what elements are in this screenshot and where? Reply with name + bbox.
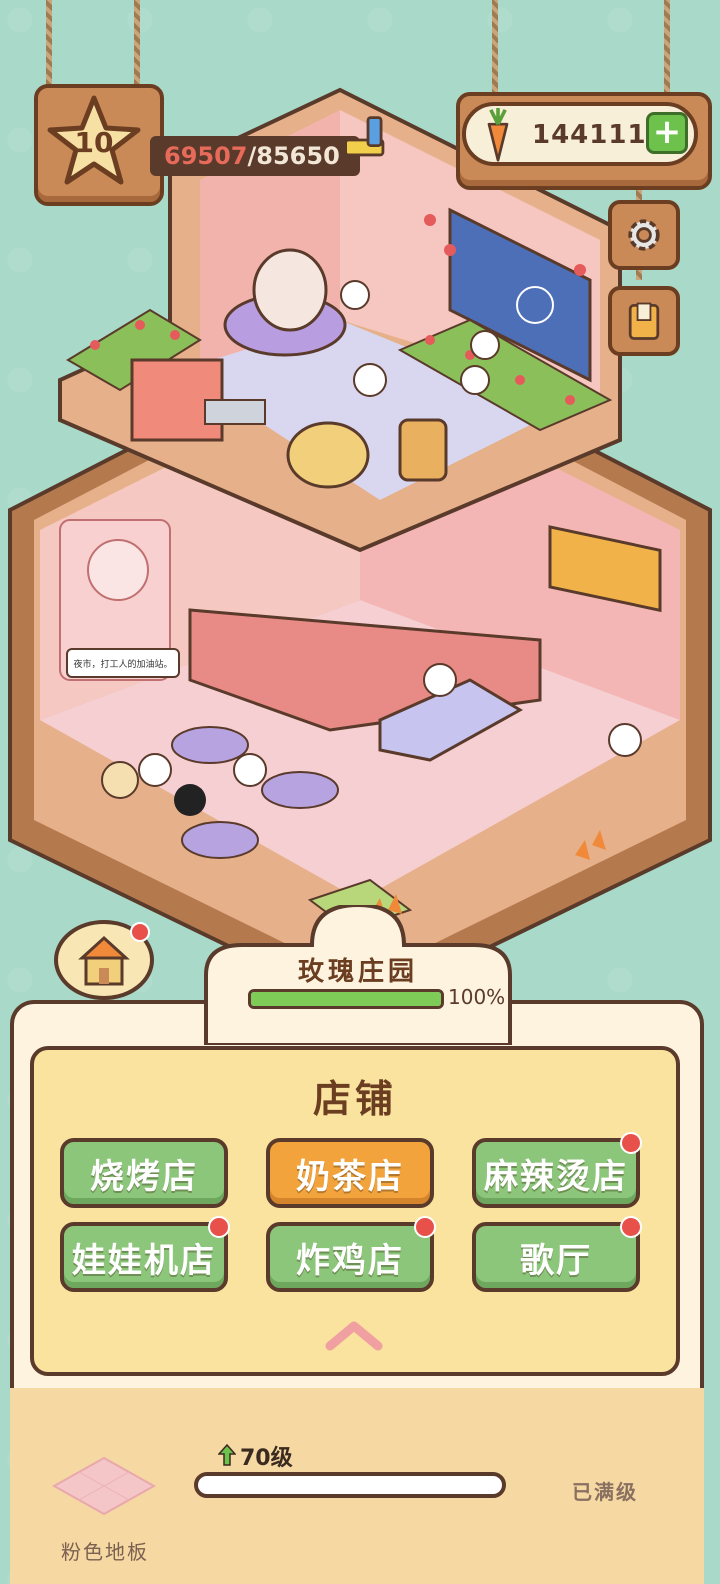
carrot-icon xyxy=(487,108,509,162)
house-icon[interactable] xyxy=(54,918,154,1000)
shop-friedchicken-button[interactable]: 炸鸡店 xyxy=(266,1216,436,1292)
area-progress-text: 100% xyxy=(448,985,506,1009)
notification-badge xyxy=(208,1216,230,1238)
carrot-display: 1441115 + xyxy=(462,102,698,166)
pink-floor-thumbnail[interactable] xyxy=(52,1456,156,1520)
shop-malatang-label: 麻辣烫店 xyxy=(484,1156,628,1197)
rabbit-3 xyxy=(460,365,490,395)
cow-character xyxy=(252,248,328,332)
barrel xyxy=(398,418,448,482)
level-text: 70级 xyxy=(240,1446,293,1471)
pipe xyxy=(204,399,266,425)
table-3 xyxy=(181,821,259,859)
staff-rabbit xyxy=(423,663,457,697)
shop-title: 店铺 xyxy=(312,1077,397,1121)
table-2 xyxy=(261,771,339,809)
shop-milktea-button[interactable]: 奶茶店 xyxy=(266,1138,434,1208)
level-number: 10 xyxy=(74,125,114,159)
shop-friedchicken-label: 炸鸡店 xyxy=(296,1240,404,1281)
rope-left-b xyxy=(134,0,140,90)
xp-current: 69507 xyxy=(164,142,248,170)
gear-icon xyxy=(628,219,660,251)
cashier-rabbit xyxy=(608,723,642,757)
teapot xyxy=(286,421,370,489)
rabbit-2 xyxy=(470,330,500,360)
shop-clawmachine-button[interactable]: 娃娃机店 xyxy=(60,1216,230,1292)
speech-bubble: 夜市，打工人的加油站。 xyxy=(66,648,180,678)
rope-left-a xyxy=(46,0,52,90)
settings-button[interactable] xyxy=(608,200,680,270)
area-progress-bar xyxy=(248,989,444,1009)
customer-3 xyxy=(174,784,206,816)
shop-bbq-button[interactable]: 烧烤店 xyxy=(60,1138,228,1208)
wrench-icon[interactable] xyxy=(340,112,396,168)
shop-clawmachine-label: 娃娃机店 xyxy=(72,1240,216,1281)
area-name: 玫瑰庄园 xyxy=(297,957,418,987)
upgrade-progress-bar xyxy=(194,1472,506,1498)
area-progress-fill xyxy=(251,992,441,1006)
level-label: 70级 xyxy=(240,1440,293,1472)
carrot-counter: 1441115 + xyxy=(456,92,712,190)
level-badge[interactable]: 10 xyxy=(34,84,164,206)
shop-ktv-button[interactable]: 歌厅 xyxy=(472,1216,642,1292)
notification-badge xyxy=(414,1216,436,1238)
area-tab: 玫瑰庄园 100% xyxy=(202,905,514,1045)
customer-2 xyxy=(138,753,172,787)
rabbit-chef xyxy=(353,363,387,397)
table-1 xyxy=(171,726,249,764)
xp-bar: 69507/85650 xyxy=(150,136,360,176)
shop-bbq-label: 烧烤店 xyxy=(90,1156,198,1197)
item-name: 粉色地板 xyxy=(61,1540,149,1564)
shop-milktea-label: 奶茶店 xyxy=(296,1156,404,1197)
chevron-up-icon[interactable] xyxy=(324,1318,384,1352)
xp-separator: / xyxy=(247,142,257,170)
poster-drink xyxy=(87,539,149,601)
xp-max: 85650 xyxy=(256,142,340,170)
notebook-icon xyxy=(628,302,660,340)
shop-malatang-button[interactable]: 麻辣烫店 xyxy=(472,1132,642,1208)
notebook-button[interactable] xyxy=(608,286,680,356)
plus-icon[interactable]: + xyxy=(646,112,688,154)
rabbit-1 xyxy=(340,280,370,310)
notification-badge xyxy=(620,1216,642,1238)
customer-1 xyxy=(101,761,139,799)
shop-ktv-label: 歌厅 xyxy=(520,1240,592,1281)
customer-4 xyxy=(233,753,267,787)
max-level-status: 已满级 xyxy=(572,1480,638,1504)
arrow-up-icon xyxy=(218,1444,236,1466)
notification-badge xyxy=(620,1132,642,1154)
